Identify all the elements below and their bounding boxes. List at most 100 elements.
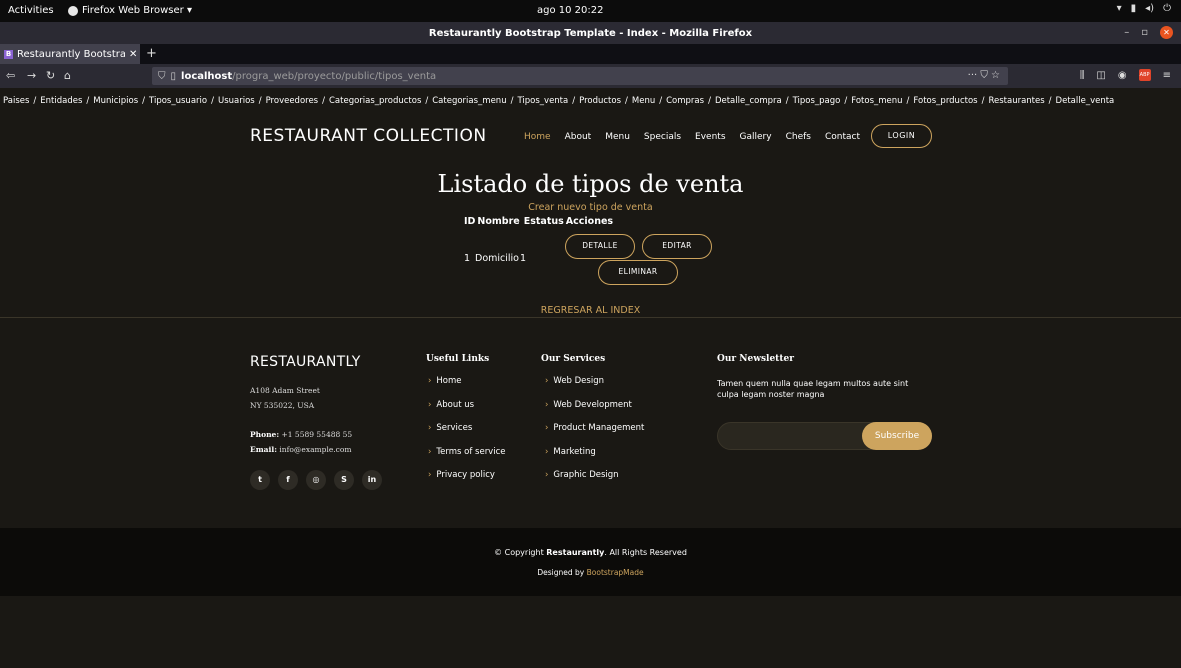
- back-icon[interactable]: ⇦: [6, 69, 15, 82]
- nav-item[interactable]: Home: [524, 132, 551, 142]
- login-button[interactable]: LOGIN: [871, 124, 932, 148]
- breadcrumb-separator: /: [258, 96, 262, 106]
- tab-close-icon[interactable]: ✕: [129, 49, 137, 60]
- reload-icon[interactable]: ↻: [46, 69, 55, 82]
- nav-item[interactable]: Contact: [825, 132, 860, 142]
- breadcrumb-link[interactable]: Detalle_venta: [1056, 96, 1115, 106]
- breadcrumb-link[interactable]: Detalle_compra: [715, 96, 782, 106]
- chevron-right-icon: ›: [545, 423, 549, 433]
- breadcrumb-separator: /: [708, 96, 711, 106]
- chevron-right-icon: ›: [545, 399, 549, 410]
- subscribe-button[interactable]: Subscribe: [862, 422, 932, 450]
- account-icon[interactable]: ◉: [1118, 70, 1127, 81]
- linkedin-icon[interactable]: in: [362, 470, 382, 490]
- browser-tab[interactable]: B Restaurantly Bootstrap ✕: [0, 44, 140, 64]
- breadcrumb-separator: /: [625, 96, 628, 106]
- create-sale-type-link[interactable]: Crear nuevo tipo de venta: [0, 202, 1181, 213]
- useful-links-heading: Useful Links: [426, 354, 490, 364]
- detalle-button[interactable]: DETALLE: [565, 234, 635, 259]
- adblock-icon[interactable]: ABP: [1138, 69, 1151, 81]
- designed-by: Designed by BootstrapMade: [0, 568, 1181, 577]
- main-nav: Home About Menu Specials Events Gallery Chefs C…: [524, 132, 860, 142]
- breadcrumb-separator: /: [785, 96, 789, 106]
- breadcrumb-link[interactable]: Proveedores: [266, 96, 319, 106]
- system-tray[interactable]: ▾ ▮ ◂) ⏻: [1117, 3, 1171, 14]
- newsletter-text: Tamen quem nulla quae legam multos aute …: [717, 379, 909, 399]
- breadcrumb-link[interactable]: Paises: [3, 96, 29, 106]
- breadcrumb-separator: /: [322, 96, 325, 106]
- shield-icon[interactable]: ⛉: [158, 71, 166, 82]
- breadcrumb-link[interactable]: Tipos_venta: [517, 96, 568, 106]
- breadcrumb-link[interactable]: Productos: [579, 96, 621, 106]
- chevron-right-icon: ›: [428, 376, 432, 386]
- chevron-right-icon: ›: [545, 470, 549, 480]
- library-icon[interactable]: ⫼: [1080, 70, 1085, 81]
- editar-button[interactable]: EDITAR: [642, 234, 712, 259]
- twitter-icon[interactable]: t: [250, 470, 270, 490]
- footer-link-label: Web Development: [553, 399, 632, 410]
- footer-link[interactable]: › Services: [428, 423, 472, 433]
- footer-link[interactable]: › Terms of service: [428, 447, 505, 457]
- footer-link-label: Services: [436, 423, 473, 433]
- hamburger-menu-icon[interactable]: ≡: [1163, 70, 1171, 81]
- breadcrumb-separator: /: [425, 96, 429, 106]
- sidebar-icon[interactable]: ◫: [1096, 70, 1105, 81]
- breadcrumb-link[interactable]: Fotos_prductos: [913, 96, 977, 106]
- footer-link-label: Product Management: [553, 423, 645, 433]
- breadcrumb-link[interactable]: Restaurantes: [988, 96, 1044, 106]
- breadcrumb-link[interactable]: Tipos_usuario: [149, 96, 207, 106]
- phone-value: +1 5589 55488 55: [281, 430, 353, 439]
- url-bar[interactable]: ⛉ ▯ localhost /progra_web/proyecto/publi…: [152, 67, 1008, 85]
- breadcrumb-link[interactable]: Usuarios: [218, 96, 255, 106]
- breadcrumb-separator: /: [906, 96, 910, 106]
- breadcrumb-link[interactable]: Categorias_menu: [432, 96, 506, 106]
- facebook-icon[interactable]: f: [278, 470, 298, 490]
- site-logo[interactable]: RESTAURANT COLLECTION: [250, 126, 487, 146]
- footer-link[interactable]: › Web Design: [545, 376, 604, 386]
- footer-link[interactable]: › About us: [428, 400, 474, 410]
- minimize-icon[interactable]: –: [1124, 27, 1129, 38]
- nav-item[interactable]: Specials: [644, 132, 681, 142]
- address-line-1: A108 Adam Street: [250, 386, 320, 395]
- breadcrumb-link[interactable]: Categorias_productos: [329, 96, 421, 106]
- eliminar-button[interactable]: ELIMINAR: [598, 260, 678, 285]
- footer-link[interactable]: › Home: [428, 376, 462, 386]
- copyright-suffix: . All Rights Reserved: [604, 548, 687, 557]
- footer-link[interactable]: › Privacy policy: [428, 470, 495, 480]
- breadcrumb-link[interactable]: Compras: [666, 96, 704, 106]
- designed-by-link[interactable]: BootstrapMade: [587, 568, 644, 577]
- footer-link-label: Terms of service: [436, 446, 506, 457]
- nav-item[interactable]: Chefs: [786, 132, 811, 142]
- footer-link[interactable]: › Marketing: [545, 447, 596, 457]
- newsletter-heading: Our Newsletter: [717, 354, 794, 364]
- site-header: RESTAURANT COLLECTION Home About Menu Speci…: [0, 112, 1181, 160]
- app-menu[interactable]: Firefox Web Browser ▾: [68, 5, 192, 16]
- skype-icon[interactable]: S: [334, 470, 354, 490]
- nav-item[interactable]: Gallery: [740, 132, 772, 142]
- instagram-icon[interactable]: ◎: [306, 470, 326, 490]
- maximize-icon[interactable]: ▫: [1141, 27, 1148, 38]
- breadcrumb-link[interactable]: Menu: [632, 96, 655, 106]
- cell-id: 1: [464, 253, 471, 264]
- breadcrumb-link[interactable]: Municipios: [93, 96, 138, 106]
- close-icon[interactable]: ✕: [1160, 26, 1173, 39]
- nav-item[interactable]: Events: [695, 132, 725, 142]
- home-icon[interactable]: ⌂: [64, 69, 71, 82]
- clock[interactable]: ago 10 20:22: [537, 5, 604, 16]
- footer-link[interactable]: › Web Development: [545, 400, 632, 410]
- footer-link[interactable]: › Graphic Design: [545, 470, 619, 480]
- breadcrumb-link[interactable]: Entidades: [40, 96, 82, 106]
- chevron-right-icon: ›: [428, 399, 432, 410]
- back-to-index-link[interactable]: REGRESAR AL INDEX: [0, 305, 1181, 316]
- designed-prefix: Designed by: [537, 568, 587, 577]
- breadcrumb-link[interactable]: Tipos_pago: [793, 96, 841, 106]
- activities-button[interactable]: Activities: [8, 5, 54, 16]
- nav-item[interactable]: About: [565, 132, 592, 142]
- forward-icon[interactable]: →: [27, 69, 36, 82]
- footer-link-label: Graphic Design: [553, 470, 619, 480]
- new-tab-icon[interactable]: +: [146, 46, 157, 61]
- footer-link[interactable]: › Product Management: [545, 423, 644, 433]
- page-actions[interactable]: ··· ⛉ ☆: [968, 70, 1000, 81]
- breadcrumb-link[interactable]: Fotos_menu: [851, 96, 902, 106]
- nav-item[interactable]: Menu: [605, 132, 630, 142]
